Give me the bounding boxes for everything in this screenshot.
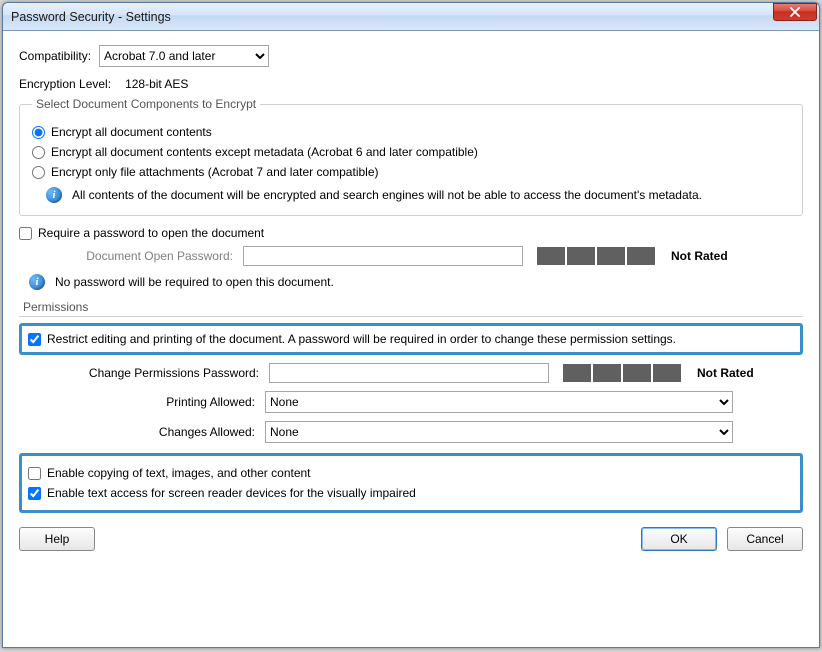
perm-pw-input[interactable] [269,363,549,383]
open-pw-info-text: No password will be required to open thi… [55,275,334,289]
open-pw-field-row: Document Open Password: Not Rated [23,246,799,266]
printing-row: Printing Allowed: None [19,391,803,413]
open-pw-info-line: i No password will be required to open t… [29,274,803,290]
enable-copy-checkbox[interactable] [28,467,41,480]
encrypt-except-meta-row: Encrypt all document contents except met… [32,145,790,159]
encrypt-all-row: Encrypt all document contents [32,125,790,139]
require-open-pw-row: Require a password to open the document [19,226,803,240]
help-button[interactable]: Help [19,527,95,551]
printing-label: Printing Allowed: [19,395,255,409]
perm-pw-field-row: Change Permissions Password: Not Rated [23,363,799,383]
close-icon [790,7,800,17]
printing-select[interactable]: None [265,391,733,413]
info-icon: i [29,274,45,290]
encrypt-attachments-label: Encrypt only file attachments (Acrobat 7… [51,165,379,179]
changes-select[interactable]: None [265,421,733,443]
perm-pw-strength-meter [563,364,681,382]
restrict-highlight: Restrict editing and printing of the doc… [19,323,803,355]
encrypt-except-meta-label: Encrypt all document contents except met… [51,145,478,159]
enable-access-row: Enable text access for screen reader dev… [28,486,794,500]
restrict-checkbox[interactable] [28,333,41,346]
info-icon: i [46,187,62,203]
dialog-window: Password Security - Settings Compatibili… [2,2,820,648]
open-pw-input[interactable] [243,246,523,266]
require-open-pw-label: Require a password to open the document [38,226,264,240]
open-pw-label: Document Open Password: [23,249,233,263]
encrypt-components-legend: Select Document Components to Encrypt [32,97,260,111]
button-bar: Help OK Cancel [19,527,803,551]
compatibility-row: Compatibility: Acrobat 7.0 and later [19,45,803,67]
changes-row: Changes Allowed: None [19,421,803,443]
enable-access-checkbox[interactable] [28,487,41,500]
encrypt-all-radio[interactable] [32,126,45,139]
enable-copy-row: Enable copying of text, images, and othe… [28,466,794,480]
encrypt-all-label: Encrypt all document contents [51,125,212,139]
encrypt-info-line: i All contents of the document will be e… [46,187,790,203]
perm-pw-label: Change Permissions Password: [23,366,259,380]
dialog-body: Compatibility: Acrobat 7.0 and later Enc… [3,31,819,647]
encrypt-info-text: All contents of the document will be enc… [72,188,702,202]
encrypt-attachments-row: Encrypt only file attachments (Acrobat 7… [32,165,790,179]
encryption-row: Encryption Level: 128-bit AES [19,77,803,91]
encryption-label: Encryption Level: [19,77,111,91]
encrypt-except-meta-radio[interactable] [32,146,45,159]
window-title: Password Security - Settings [11,10,171,24]
enable-copy-label: Enable copying of text, images, and othe… [47,466,311,480]
permissions-title: Permissions [23,300,803,314]
open-pw-rating: Not Rated [671,249,728,263]
encryption-value: 128-bit AES [125,77,188,91]
open-pw-strength-meter [537,247,655,265]
titlebar: Password Security - Settings [3,3,819,31]
compatibility-label: Compatibility: [19,49,91,63]
encrypt-components-group: Select Document Components to Encrypt En… [19,97,803,216]
restrict-row: Restrict editing and printing of the doc… [28,332,794,346]
restrict-label: Restrict editing and printing of the doc… [47,332,676,346]
enable-access-label: Enable text access for screen reader dev… [47,486,416,500]
perm-pw-rating: Not Rated [697,366,754,380]
divider [19,316,803,317]
encrypt-attachments-radio[interactable] [32,166,45,179]
changes-label: Changes Allowed: [19,425,255,439]
require-open-pw-checkbox[interactable] [19,227,32,240]
close-button[interactable] [773,3,817,21]
cancel-button[interactable]: Cancel [727,527,803,551]
compatibility-select[interactable]: Acrobat 7.0 and later [99,45,269,67]
ok-button[interactable]: OK [641,527,717,551]
copy-access-highlight: Enable copying of text, images, and othe… [19,453,803,513]
